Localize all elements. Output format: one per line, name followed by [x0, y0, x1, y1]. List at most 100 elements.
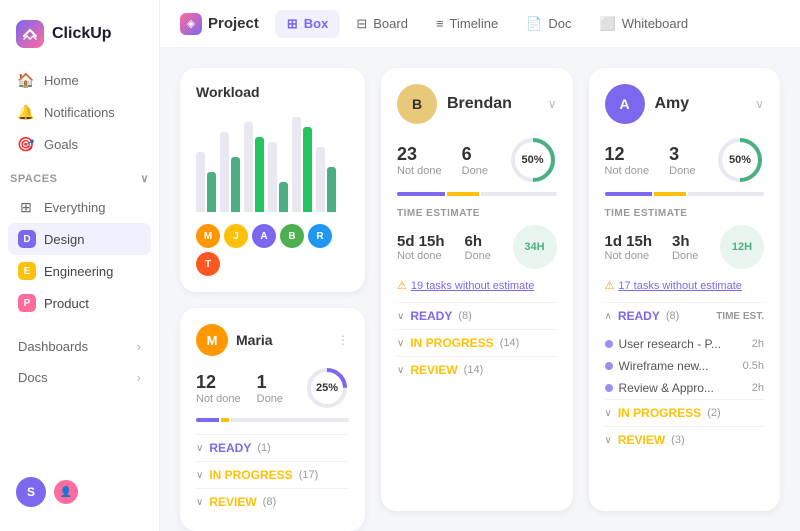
amy-inprogress-section[interactable]: ∨ IN PROGRESS (2) [605, 399, 765, 426]
top-navigation: ◈ Project ⊞ Box ⊟ Board ≡ Timeline 📄 Doc… [160, 0, 800, 48]
brendan-info: B Brendan [397, 84, 512, 124]
brendan-ready-section[interactable]: ∨ READY (8) [397, 302, 557, 329]
user-avatar-2[interactable]: 👤 [54, 480, 78, 504]
maria-sections: ∨ READY (1) ∨ IN PROGRESS (17) ∨ REVIEW … [196, 434, 349, 515]
maria-ready-section[interactable]: ∨ READY (1) [196, 434, 349, 461]
amy-review-count: (3) [671, 434, 684, 446]
maria-not-done-label: Not done [196, 393, 241, 405]
maria-review-section[interactable]: ∨ REVIEW (8) [196, 488, 349, 515]
maria-done-stat: 1 Done [257, 372, 283, 405]
tab-doc-label: Doc [548, 16, 571, 31]
amy-task-list: User research - P... 2h Wireframe new...… [605, 333, 765, 399]
project-icon: ◈ [180, 13, 202, 35]
everything-icon: ⊞ [18, 199, 34, 215]
brendan-time-nd-val: 5d 15h [397, 233, 445, 250]
maria-not-done-stat: 12 Not done [196, 372, 241, 405]
sidebar-item-design[interactable]: D Design [8, 223, 151, 255]
sidebar-item-dashboards[interactable]: Dashboards › [8, 331, 151, 362]
amy-inprogress-count: (2) [707, 407, 720, 419]
tab-board[interactable]: ⊟ Board [344, 10, 420, 38]
doc-icon: 📄 [526, 16, 542, 32]
user-avatar[interactable]: S [16, 477, 46, 507]
engineering-label: Engineering [44, 264, 113, 279]
dashboards-label: Dashboards [18, 339, 88, 354]
maria-card: M Maria ⋮ 12 Not done 1 Done [180, 308, 365, 531]
maria-inprogress-section[interactable]: ∨ IN PROGRESS (17) [196, 461, 349, 488]
main-content: ◈ Project ⊞ Box ⊟ Board ≡ Timeline 📄 Doc… [160, 0, 800, 531]
right-column: A Amy ∨ 12 Not done 3 Done [589, 68, 781, 511]
task-name-2: Wireframe new... [619, 359, 743, 373]
tab-box[interactable]: ⊞ Box [275, 10, 340, 38]
spaces-chevron[interactable]: ∨ [140, 172, 149, 185]
amy-avatar: A [605, 84, 645, 124]
brendan-inprogress-section[interactable]: ∨ IN PROGRESS (14) [397, 329, 557, 356]
whiteboard-icon: ⬜ [600, 16, 616, 32]
maria-ready-count: (1) [257, 442, 270, 454]
bar-gray-5 [292, 117, 301, 212]
bottom-nav: Dashboards › Docs › [0, 331, 159, 393]
brendan-not-done-num: 23 [397, 144, 442, 165]
maria-avatar: M [196, 324, 228, 356]
bar-group-3 [244, 122, 264, 212]
tab-whiteboard[interactable]: ⬜ Whiteboard [588, 10, 701, 38]
sidebar-footer: S 👤 [0, 465, 159, 519]
amy-review-section[interactable]: ∨ REVIEW (3) [605, 426, 765, 453]
sidebar-item-docs[interactable]: Docs › [8, 362, 151, 393]
amy-ready-section[interactable]: ∧ READY (8) TIME EST. [605, 302, 765, 329]
amy-time-section: TIME ESTIMATE 1d 15h Not done 3h Done [605, 208, 765, 269]
sidebar-item-goals[interactable]: 🎯 Goals [8, 128, 151, 160]
maria-name: Maria [236, 332, 273, 348]
brendan-sections: ∨ READY (8) ∨ IN PROGRESS (14) ∨ REVIEW … [397, 302, 557, 383]
warning-icon: ⚠ [397, 279, 407, 292]
brendan-review-section[interactable]: ∨ REVIEW (14) [397, 356, 557, 383]
middle-column: B Brendan ∨ 23 Not done 6 Done [381, 68, 573, 511]
amy-warning-link[interactable]: 17 tasks without estimate [618, 280, 742, 292]
workload-chart [196, 112, 349, 212]
sidebar-item-product[interactable]: P Product [8, 287, 151, 319]
workload-avatar-2: J [224, 224, 248, 248]
brendan-review-label: REVIEW [410, 363, 457, 377]
bar-green-3 [255, 137, 264, 212]
goals-icon: 🎯 [18, 136, 34, 152]
project-title: Project [208, 15, 259, 32]
brendan-expand[interactable]: ∨ [548, 97, 557, 111]
logo-icon [16, 20, 44, 48]
maria-expand[interactable]: ⋮ [337, 333, 349, 347]
logo-text: ClickUp [52, 25, 112, 43]
maria-inprogress-label: IN PROGRESS [209, 468, 292, 482]
tab-board-label: Board [373, 16, 408, 31]
bar-gray-4 [268, 142, 277, 212]
sidebar-item-notifications[interactable]: 🔔 Notifications [8, 96, 151, 128]
workload-avatar-5: R [308, 224, 332, 248]
tab-timeline[interactable]: ≡ Timeline [424, 10, 510, 37]
workload-avatars: M J A B R T [196, 224, 349, 276]
maria-progress-label: 25% [316, 382, 338, 394]
brendan-inprogress-count: (14) [500, 337, 520, 349]
sidebar-item-home[interactable]: 🏠 Home [8, 64, 151, 96]
amy-inprogress-chevron: ∨ [605, 408, 612, 419]
task-item-3: Review & Appro... 2h [605, 377, 765, 399]
logo[interactable]: ClickUp [0, 12, 159, 64]
amy-warning-icon: ⚠ [605, 279, 615, 292]
task-item-2: Wireframe new... 0.5h [605, 355, 765, 377]
maria-progress-ring: 25% [305, 366, 349, 410]
goals-label: Goals [44, 137, 78, 152]
bar-green-4 [279, 182, 288, 212]
brendan-inprogress-label: IN PROGRESS [410, 336, 493, 350]
brendan-warning-link[interactable]: 19 tasks without estimate [411, 280, 535, 292]
sidebar-item-engineering[interactable]: E Engineering [8, 255, 151, 287]
amy-total-time: 12H [720, 225, 764, 269]
amy-time-not-done: 1d 15h Not done [605, 233, 653, 262]
amy-progress-bar [605, 192, 765, 196]
sidebar-item-everything[interactable]: ⊞ Everything [8, 191, 151, 223]
workload-avatar-6: T [196, 252, 220, 276]
task-dot-1 [605, 340, 613, 348]
amy-expand[interactable]: ∨ [755, 97, 764, 111]
bar-green-6 [327, 167, 336, 212]
amy-done-stat: 3 Done [669, 144, 695, 177]
bar-group-1 [196, 152, 216, 212]
amy-progress-ring: 50% [716, 136, 764, 184]
task-time-2: 0.5h [743, 360, 764, 372]
home-icon: 🏠 [18, 72, 34, 88]
tab-doc[interactable]: 📄 Doc [514, 10, 583, 38]
